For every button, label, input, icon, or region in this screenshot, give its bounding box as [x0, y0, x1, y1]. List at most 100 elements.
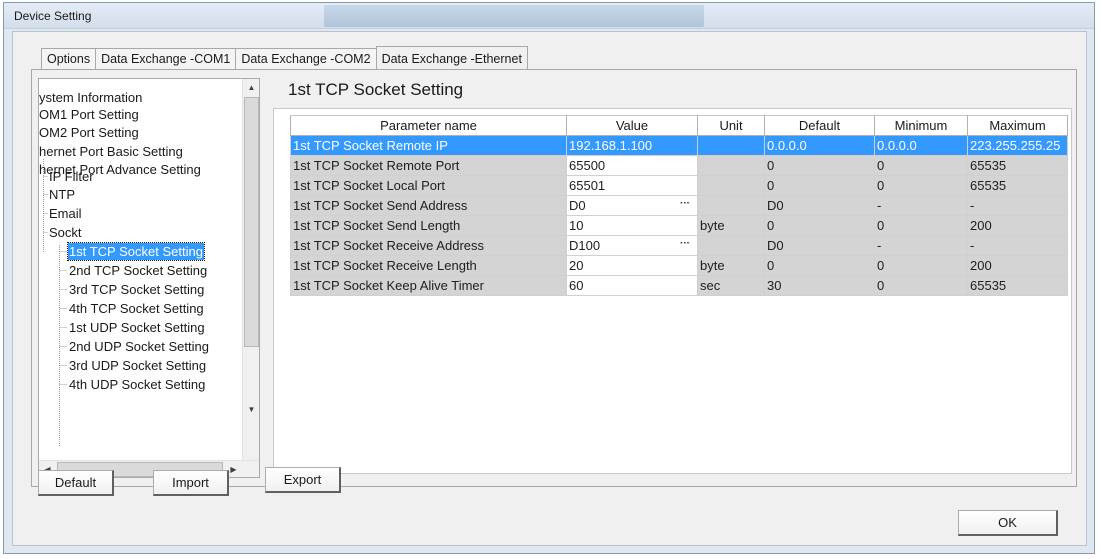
param-name-cell: 1st TCP Socket Receive Length — [290, 255, 567, 276]
browse-device-button[interactable]: ··· — [675, 238, 695, 254]
tab-strip: Options Data Exchange -COM1 Data Exchang… — [41, 46, 528, 70]
tree-item-ip-filter[interactable]: IP Filter — [49, 168, 94, 185]
param-maximum-cell: 65535 — [967, 175, 1068, 196]
param-default-cell: D0 — [764, 195, 875, 216]
param-value-cell[interactable]: 65500 — [566, 155, 698, 176]
param-maximum-cell: 65535 — [967, 155, 1068, 176]
param-value-cell[interactable]: 10 — [566, 215, 698, 236]
tree-item-1st-tcp-socket-setting[interactable]: 1st TCP Socket Setting — [67, 242, 205, 261]
param-minimum-cell: 0 — [874, 155, 968, 176]
header-default[interactable]: Default — [764, 115, 875, 136]
param-value-cell[interactable]: D100 ··· — [566, 235, 698, 256]
param-name-cell: 1st TCP Socket Receive Address — [290, 235, 567, 256]
header-value[interactable]: Value — [566, 115, 698, 136]
param-default-cell: D0 — [764, 235, 875, 256]
table-row[interactable]: 1st TCP Socket Send Address D0 ··· D0 - … — [290, 195, 1068, 216]
param-minimum-cell: 0 — [874, 175, 968, 196]
settings-tree[interactable]: ystem Information OM1 Port Setting OM2 P… — [38, 78, 260, 478]
param-value-text: D0 — [569, 198, 586, 213]
param-name-cell: 1st TCP Socket Local Port — [290, 175, 567, 196]
tree-vertical-scroll-thumb[interactable] — [244, 97, 259, 347]
table-row[interactable]: 1st TCP Socket Remote IP 192.168.1.100 0… — [290, 135, 1068, 156]
param-maximum-cell: 223.255.255.25 — [967, 135, 1068, 156]
device-setting-window: Device Setting Options Data Exchange -CO… — [3, 2, 1095, 554]
param-default-cell: 0 — [764, 255, 875, 276]
tree-item-3rd-tcp-socket-setting[interactable]: 3rd TCP Socket Setting — [69, 281, 204, 298]
param-maximum-cell: - — [967, 235, 1068, 256]
param-value-cell[interactable]: D0 ··· — [566, 195, 698, 216]
dialog-client-area: Options Data Exchange -COM1 Data Exchang… — [12, 31, 1087, 546]
param-name-cell: 1st TCP Socket Send Length — [290, 215, 567, 236]
window-title: Device Setting — [14, 9, 92, 23]
param-minimum-cell: 0.0.0.0 — [874, 135, 968, 156]
param-name-cell: 1st TCP Socket Send Address — [290, 195, 567, 216]
param-value-cell[interactable]: 65501 — [566, 175, 698, 196]
table-row[interactable]: 1st TCP Socket Keep Alive Timer 60 sec 3… — [290, 275, 1068, 296]
parameter-grid: Parameter name Value Unit Default Minimu… — [290, 115, 1068, 296]
param-minimum-cell: 0 — [874, 215, 968, 236]
param-default-cell: 0.0.0.0 — [764, 135, 875, 156]
tree-vertical-scrollbar[interactable]: ▲ ▼ — [242, 79, 259, 462]
param-unit-cell — [697, 235, 765, 256]
param-minimum-cell: - — [874, 235, 968, 256]
header-unit[interactable]: Unit — [697, 115, 765, 136]
param-unit-cell — [697, 195, 765, 216]
title-bar-highlight — [324, 5, 704, 27]
browse-device-button[interactable]: ··· — [675, 198, 695, 214]
param-value-text: D100 — [569, 238, 601, 253]
import-button[interactable]: Import — [153, 470, 229, 496]
table-row[interactable]: 1st TCP Socket Local Port 65501 0 0 6553… — [290, 175, 1068, 196]
tree-item-ethernet-basic-setting[interactable]: hernet Port Basic Setting — [39, 143, 183, 160]
tree-item-com1-port-setting[interactable]: OM1 Port Setting — [39, 106, 139, 123]
header-maximum[interactable]: Maximum — [967, 115, 1068, 136]
param-default-cell: 0 — [764, 155, 875, 176]
tab-data-exchange-com2[interactable]: Data Exchange -COM2 — [235, 48, 377, 70]
tree-item-system-information[interactable]: ystem Information — [39, 89, 142, 106]
tree-item-1st-udp-socket-setting[interactable]: 1st UDP Socket Setting — [69, 319, 205, 336]
tree-item-4th-udp-socket-setting[interactable]: 4th UDP Socket Setting — [69, 376, 205, 393]
tree-item-4th-tcp-socket-setting[interactable]: 4th TCP Socket Setting — [69, 300, 204, 317]
param-default-cell: 30 — [764, 275, 875, 296]
tree-item-2nd-udp-socket-setting[interactable]: 2nd UDP Socket Setting — [69, 338, 209, 355]
options-tab-panel: ystem Information OM1 Port Setting OM2 P… — [31, 69, 1077, 487]
param-unit-cell — [697, 175, 765, 196]
param-maximum-cell: 200 — [967, 255, 1068, 276]
param-minimum-cell: 0 — [874, 275, 968, 296]
ok-button[interactable]: OK — [958, 510, 1058, 536]
param-name-cell: 1st TCP Socket Remote IP — [290, 135, 567, 156]
tree-item-ntp[interactable]: NTP — [49, 186, 75, 203]
scroll-up-icon[interactable]: ▲ — [243, 79, 259, 96]
tree-item-3rd-udp-socket-setting[interactable]: 3rd UDP Socket Setting — [69, 357, 206, 374]
table-row[interactable]: 1st TCP Socket Send Length 10 byte 0 0 2… — [290, 215, 1068, 236]
tree-item-2nd-tcp-socket-setting[interactable]: 2nd TCP Socket Setting — [69, 262, 207, 279]
table-row[interactable]: 1st TCP Socket Receive Length 20 byte 0 … — [290, 255, 1068, 276]
param-unit-cell — [697, 155, 765, 176]
header-minimum[interactable]: Minimum — [874, 115, 968, 136]
param-maximum-cell: 65535 — [967, 275, 1068, 296]
title-bar[interactable]: Device Setting — [4, 3, 1094, 29]
parameter-grid-area: Parameter name Value Unit Default Minimu… — [273, 108, 1072, 474]
tab-data-exchange-ethernet[interactable]: Data Exchange -Ethernet — [375, 46, 528, 70]
tab-data-exchange-com1[interactable]: Data Exchange -COM1 — [95, 48, 237, 70]
param-name-cell: 1st TCP Socket Keep Alive Timer — [290, 275, 567, 296]
tree-item-com2-port-setting[interactable]: OM2 Port Setting — [39, 124, 139, 141]
param-unit-cell: byte — [697, 215, 765, 236]
param-maximum-cell: - — [967, 195, 1068, 216]
param-default-cell: 0 — [764, 175, 875, 196]
param-unit-cell: byte — [697, 255, 765, 276]
param-value-cell[interactable]: 192.168.1.100 — [566, 135, 698, 156]
param-value-cell[interactable]: 60 — [566, 275, 698, 296]
scroll-down-icon[interactable]: ▼ — [243, 401, 259, 418]
export-button[interactable]: Export — [265, 467, 341, 493]
table-row[interactable]: 1st TCP Socket Receive Address D100 ··· … — [290, 235, 1068, 256]
tree-item-email[interactable]: Email — [49, 205, 82, 222]
tree-item-sockt[interactable]: Sockt — [49, 224, 82, 241]
param-default-cell: 0 — [764, 215, 875, 236]
param-unit-cell: sec — [697, 275, 765, 296]
header-parameter-name[interactable]: Parameter name — [290, 115, 567, 136]
default-button[interactable]: Default — [38, 470, 114, 496]
table-row[interactable]: 1st TCP Socket Remote Port 65500 0 0 655… — [290, 155, 1068, 176]
param-value-cell[interactable]: 20 — [566, 255, 698, 276]
grid-header-row: Parameter name Value Unit Default Minimu… — [290, 115, 1068, 136]
tab-options[interactable]: Options — [41, 48, 97, 70]
